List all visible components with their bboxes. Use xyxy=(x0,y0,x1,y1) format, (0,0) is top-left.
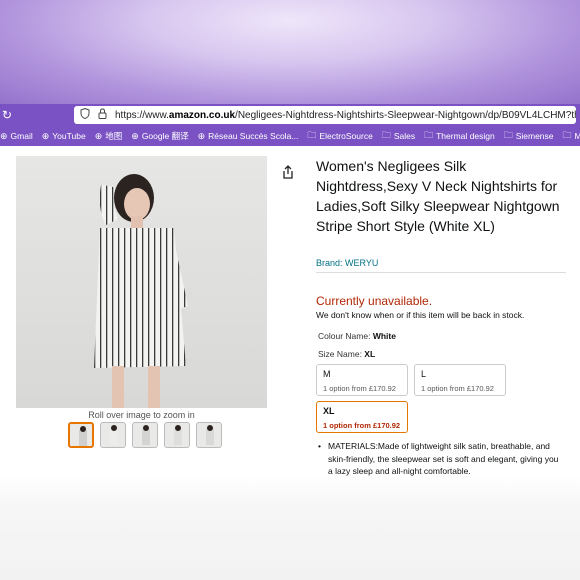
feature-bullet: MATERIALS:Made of lightweight silk satin… xyxy=(318,440,565,478)
thumbnail-4[interactable] xyxy=(164,422,190,448)
product-main-image[interactable] xyxy=(16,156,267,408)
zoom-hint: Roll over image to zoom in xyxy=(88,410,195,420)
globe-icon: ⊕ xyxy=(131,130,139,141)
folder-icon: 🗀 xyxy=(381,130,391,140)
product-title: Women's Negligees Silk Nightdress,Sexy V… xyxy=(316,158,560,234)
bookmark-item[interactable]: 🗀Misc xyxy=(563,128,580,144)
size-option-l[interactable]: L 1 option from £170.92 xyxy=(414,364,506,396)
bookmark-label: Réseau Succès Scola... xyxy=(208,131,299,141)
colour-value: White xyxy=(372,331,396,341)
globe-icon: ⊕ xyxy=(94,130,103,141)
bookmark-item[interactable]: 🗀 Siemense xyxy=(504,128,554,144)
bookmark-label: Sales xyxy=(393,131,416,141)
size-option-price: 1 option from £170.92 xyxy=(421,384,494,393)
size-option-name: XL xyxy=(323,406,335,416)
bookmark-item[interactable]: ⊕ 地图 xyxy=(95,130,123,142)
size-option-name: M xyxy=(323,369,331,379)
colour-label: Colour Name: xyxy=(318,331,373,341)
size-option-price: 1 option from £170.92 xyxy=(323,421,401,430)
globe-icon: ⊕ xyxy=(0,130,8,141)
thumbnail-2[interactable] xyxy=(100,422,126,448)
feature-bullet-text: MATERIALS:Made of lightweight silk satin… xyxy=(328,441,559,476)
size-value: XL xyxy=(364,349,376,359)
brand-link[interactable]: Brand: WERYU xyxy=(316,258,378,268)
bookmark-item[interactable]: ⊕ Réseau Succès Scola... xyxy=(198,131,299,142)
thumbnail-strip xyxy=(68,422,222,448)
bookmarks-bar: ⊕ Gmail ⊕ YouTube ⊕ 地图 ⊕ Google 翻译 ⊕ Réseau Succè… xyxy=(0,126,580,146)
bookmark-item[interactable]: ⊕ Google 翻译 xyxy=(131,130,188,142)
lock-icon[interactable] xyxy=(98,108,107,122)
size-option-xl[interactable]: XL 1 option from £170.92 xyxy=(316,401,408,433)
thumbnail-3[interactable] xyxy=(132,422,158,448)
bookmark-label: Google 翻译 xyxy=(141,131,189,141)
bookmark-label: Misc xyxy=(574,131,580,141)
folder-icon: 🗀 xyxy=(503,130,513,140)
desktop-background xyxy=(0,0,580,104)
folder-icon: 🗀 xyxy=(307,130,317,140)
globe-icon: ⊕ xyxy=(41,130,50,141)
tracking-shield-icon[interactable] xyxy=(80,107,90,122)
colour-selection: Colour Name: White xyxy=(318,331,396,341)
folder-icon: 🗀 xyxy=(424,130,434,140)
bookmark-label: YouTube xyxy=(52,131,86,141)
divider xyxy=(316,272,566,273)
folder-icon: 🗀 xyxy=(562,130,572,140)
model-in-nightshirt-illustration xyxy=(94,174,188,408)
bookmark-item[interactable]: ⊕ YouTube xyxy=(42,131,86,142)
thumbnail-5[interactable] xyxy=(196,422,222,448)
bookmark-item[interactable]: 🗀 ElectroSource xyxy=(307,128,372,144)
bookmark-label: Gmail xyxy=(10,131,33,141)
bookmark-label: Thermal design xyxy=(436,131,495,141)
url-prefix: https://www. xyxy=(115,109,169,121)
bookmark-label: 地图 xyxy=(105,131,123,141)
size-option-m[interactable]: M 1 option from £170.92 xyxy=(316,364,408,396)
reload-icon[interactable]: ↻ xyxy=(0,108,14,122)
size-option-price: 1 option from £170.92 xyxy=(323,384,396,393)
size-selection: Size Name: XL xyxy=(318,349,375,359)
bookmark-label: ElectroSource xyxy=(319,131,373,141)
availability-status: Currently unavailable. xyxy=(316,294,433,308)
url-field[interactable]: https://www.amazon.co.uk/Negligees-Night… xyxy=(74,106,576,124)
thumbnail-1[interactable] xyxy=(68,422,94,448)
share-icon[interactable] xyxy=(280,164,296,180)
bottom-fade xyxy=(0,476,580,580)
address-bar-row: ↻ https://www.amazon.co.uk/Negligees-Nig… xyxy=(0,104,580,126)
bookmark-label: Siemense xyxy=(515,131,554,141)
bookmark-item[interactable]: ⊕ Gmail xyxy=(0,131,33,142)
url-domain: amazon.co.uk xyxy=(168,109,236,121)
url-path: /Negligees-Nightdress-Nightshirts-Sleepw… xyxy=(235,109,576,121)
bookmark-item[interactable]: 🗀 Thermal design xyxy=(424,128,495,144)
url-text: https://www.amazon.co.uk/Negligees-Night… xyxy=(115,110,576,121)
stock-notice: We don't know when or if this item will … xyxy=(316,310,525,320)
bookmark-item[interactable]: 🗀 Sales xyxy=(382,128,415,144)
size-option-name: L xyxy=(421,369,427,379)
size-label: Size Name: xyxy=(318,349,365,359)
globe-icon: ⊕ xyxy=(197,130,206,141)
